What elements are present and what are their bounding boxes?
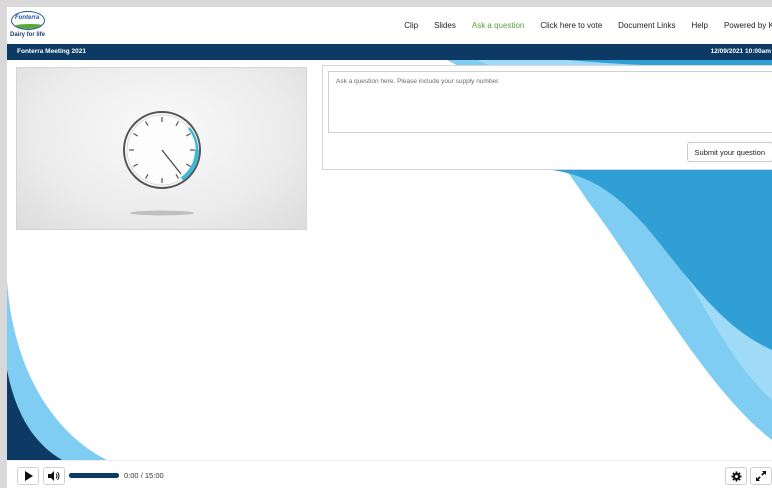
nav-clip[interactable]: Clip: [404, 21, 418, 30]
time-display: 0:00 / 15:00: [124, 471, 164, 480]
nav-help[interactable]: Help: [692, 21, 708, 30]
duration: 15:00: [144, 471, 164, 480]
meeting-datetime: 12/09/2021 10:00am: [710, 48, 771, 55]
fullscreen-button[interactable]: [750, 467, 772, 485]
current-time: 0:00: [124, 471, 139, 480]
play-button[interactable]: [17, 467, 39, 485]
volume-level: [69, 473, 119, 478]
clock-icon: [123, 111, 201, 216]
volume-button[interactable]: [43, 467, 65, 485]
play-icon: [24, 471, 33, 481]
question-input[interactable]: [328, 71, 772, 133]
site-header: Fonterra Dairy for life Clip Slides Ask …: [7, 7, 772, 44]
meeting-title-bar: Fonterra Meeting 2021 12/09/2021 10:00am: [7, 44, 772, 60]
video-player[interactable]: [16, 67, 307, 230]
settings-button[interactable]: [725, 467, 747, 485]
app-window: Fonterra Dairy for life Clip Slides Ask …: [7, 7, 772, 488]
volume-slider[interactable]: [69, 473, 119, 478]
settings-icon: [730, 470, 742, 482]
time-separator: /: [140, 471, 143, 480]
nav-powered-by[interactable]: Powered by Kid: [724, 21, 772, 30]
main-nav: Clip Slides Ask a question Click here to…: [388, 7, 772, 44]
player-controls: 0:00 / 15:00: [7, 460, 772, 488]
presentation-stage: Submit your question: [7, 60, 772, 460]
logo-mark: Fonterra: [11, 11, 45, 30]
meeting-title: Fonterra Meeting 2021: [17, 48, 86, 55]
submit-question-button[interactable]: Submit your question: [686, 142, 772, 162]
nav-ask-question[interactable]: Ask a question: [472, 21, 524, 30]
ask-question-panel: Submit your question: [322, 65, 772, 170]
logo-tagline: Dairy for life: [10, 32, 46, 38]
volume-icon: [48, 471, 60, 481]
nav-slides[interactable]: Slides: [434, 21, 456, 30]
nav-document-links[interactable]: Document Links: [618, 21, 675, 30]
nav-vote[interactable]: Click here to vote: [540, 21, 602, 30]
fullscreen-icon: [756, 471, 766, 481]
logo-text: Fonterra: [15, 15, 40, 21]
fonterra-logo[interactable]: Fonterra Dairy for life: [10, 11, 50, 41]
